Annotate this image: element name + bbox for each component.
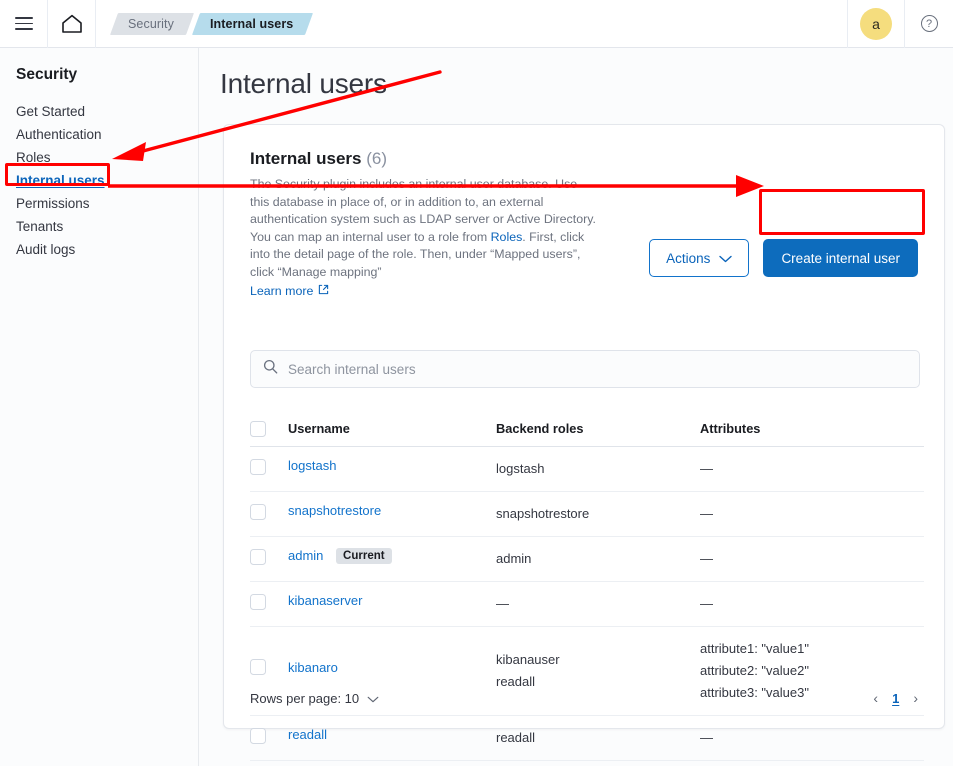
help-icon: ? (920, 15, 938, 32)
table-row: readall readall — (250, 716, 924, 761)
home-icon (61, 14, 83, 34)
cell-username: readall (288, 716, 496, 753)
cell-backend-roles: admin (496, 551, 532, 566)
user-menu-button[interactable]: a (847, 0, 905, 48)
row-checkbox[interactable] (250, 447, 288, 487)
search-container: Search internal users (250, 350, 920, 388)
panel-title-text: Internal users (250, 149, 362, 168)
create-internal-user-button[interactable]: Create internal user (763, 239, 918, 277)
cell-attributes: — (700, 596, 713, 611)
learn-more-link[interactable]: Learn more (250, 283, 329, 301)
select-all-checkbox[interactable] (250, 412, 288, 446)
next-page-button[interactable]: › (913, 690, 918, 706)
table-row: kibanaserver — — (250, 582, 924, 627)
checkbox-icon (250, 549, 266, 565)
sidebar-item-authentication[interactable]: Authentication (16, 123, 198, 146)
page-number-1[interactable]: 1 (892, 691, 899, 706)
sidebar-item-internal-users[interactable]: Internal users (16, 169, 198, 192)
sidebar-title: Security (16, 66, 78, 83)
checkbox-icon (250, 658, 266, 675)
cell-username: snapshotrestore (288, 492, 496, 529)
rows-per-page-label: Rows per page: 10 (250, 690, 360, 706)
internal-users-count: (6) (366, 149, 388, 168)
sidebar-item-roles[interactable]: Roles (16, 146, 198, 169)
username-link[interactable]: snapshotrestore (288, 503, 381, 518)
breadcrumb-item-security[interactable]: Security (109, 12, 194, 35)
panel-description: The Security plugin includes an internal… (250, 176, 598, 301)
checkbox-icon (250, 504, 266, 520)
sidebar-item-get-started[interactable]: Get Started (16, 100, 198, 123)
chevron-down-icon (719, 251, 733, 266)
rows-per-page-selector[interactable]: Rows per page: 10 (250, 691, 379, 706)
pagination: ‹ 1 › (873, 690, 918, 706)
checkbox-icon (250, 594, 266, 610)
column-header-backend-roles[interactable]: Backend roles (496, 412, 700, 446)
top-navigation-bar: Security Internal users a ? (0, 0, 953, 48)
checkbox-icon (250, 728, 266, 744)
panel-header-actions: Actions Create internal user (649, 239, 918, 277)
column-header-attributes[interactable]: Attributes (700, 412, 924, 446)
sidebar-item-permissions[interactable]: Permissions (16, 192, 198, 215)
external-link-icon (318, 283, 329, 301)
checkbox-icon (250, 459, 266, 475)
help-button[interactable]: ? (905, 0, 953, 48)
row-checkbox[interactable] (250, 716, 288, 756)
table-row: logstash logstash — (250, 447, 924, 492)
sidebar: Security Get Started Authentication Role… (0, 48, 199, 766)
menu-toggle-button[interactable] (0, 0, 48, 48)
hamburger-menu-icon (14, 17, 33, 30)
chevron-down-icon (367, 691, 379, 706)
app-root: Security Internal users a ? Security Get… (0, 0, 953, 766)
main-content: Internal users Internal users (6) The Se… (200, 48, 953, 766)
table-footer: Rows per page: 10 ‹ 1 › (250, 690, 918, 706)
cell-attributes: — (700, 730, 713, 745)
page-title: Internal users (220, 68, 387, 99)
previous-page-button[interactable]: ‹ (873, 690, 878, 706)
cell-attributes: — (700, 461, 713, 476)
table-row: snapshotrestore snapshotrestore — (250, 492, 924, 537)
search-icon (263, 359, 278, 379)
checkbox-icon (250, 421, 266, 437)
actions-button[interactable]: Actions (649, 239, 750, 277)
home-button[interactable] (48, 0, 96, 48)
cell-attributes: — (700, 506, 713, 521)
internal-users-panel: Internal users (6) The Security plugin i… (223, 124, 945, 761)
internal-users-table: Username Backend roles Attributes logsta… (250, 412, 924, 761)
row-checkbox[interactable] (250, 582, 288, 622)
column-header-username[interactable]: Username (288, 412, 496, 446)
status-badge: Current (336, 548, 392, 564)
table-row: admin Current admin — (250, 537, 924, 582)
cell-backend-roles: snapshotrestore (496, 506, 590, 521)
cell-backend-roles: readall (496, 730, 536, 745)
cell-backend-roles: logstash (496, 461, 545, 476)
breadcrumb-item-internal-users-label: Internal users (209, 16, 294, 31)
username-link[interactable]: logstash (288, 458, 336, 473)
panel-title: Internal users (6) (250, 149, 918, 169)
roles-link[interactable]: Roles (491, 230, 523, 244)
cell-username: logstash (288, 447, 496, 484)
username-link[interactable]: readall (288, 727, 327, 742)
learn-more-label: Learn more (250, 284, 314, 298)
cell-username: kibanaserver (288, 582, 496, 619)
breadcrumb: Security Internal users (96, 0, 314, 48)
cell-attributes: — (700, 551, 713, 566)
actions-button-label: Actions (666, 250, 711, 266)
username-link[interactable]: admin (288, 548, 323, 563)
search-input-placeholder: Search internal users (288, 361, 416, 377)
cell-backend-roles: — (496, 596, 509, 611)
avatar: a (860, 7, 892, 40)
search-input[interactable]: Search internal users (250, 350, 920, 388)
sidebar-item-audit-logs[interactable]: Audit logs (16, 238, 198, 261)
sidebar-item-tenants[interactable]: Tenants (16, 215, 198, 238)
username-link[interactable]: kibanaserver (288, 593, 362, 608)
row-checkbox[interactable] (250, 537, 288, 577)
table-header-row: Username Backend roles Attributes (250, 412, 924, 447)
cell-username: kibanaro (288, 627, 496, 686)
cell-username: admin Current (288, 537, 496, 575)
breadcrumb-item-internal-users[interactable]: Internal users (191, 12, 314, 35)
breadcrumb-item-security-label: Security (128, 16, 174, 31)
username-link[interactable]: kibanaro (288, 660, 338, 675)
row-checkbox[interactable] (250, 492, 288, 532)
